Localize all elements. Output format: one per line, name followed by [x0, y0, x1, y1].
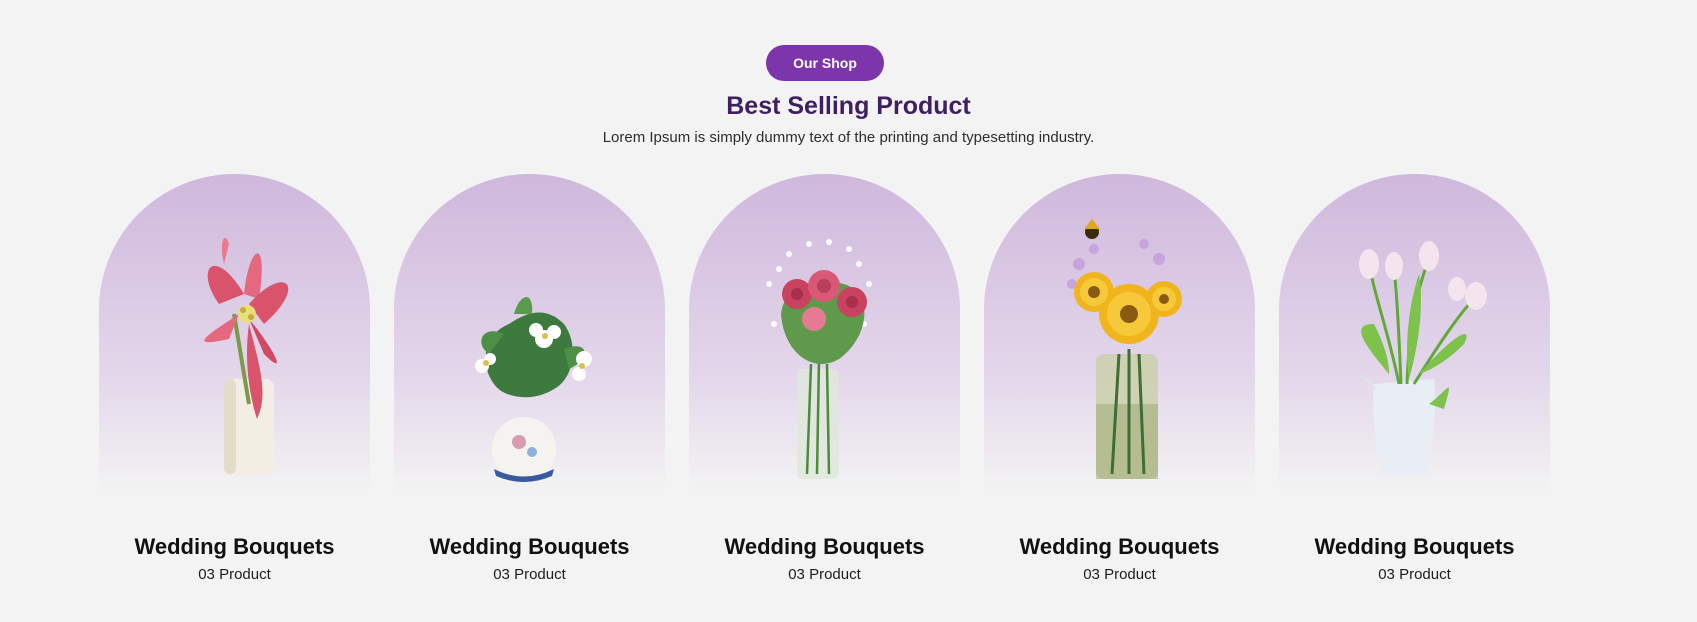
- product-card[interactable]: Wedding Bouquets 03 Product: [984, 174, 1255, 583]
- product-count: 03 Product: [493, 566, 566, 583]
- product-list: Wedding Bouquets 03 Product Wedding Bouq…: [99, 174, 1550, 583]
- product-count: 03 Product: [1378, 566, 1451, 583]
- product-name: Wedding Bouquets: [429, 534, 630, 559]
- product-name: Wedding Bouquets: [134, 534, 335, 559]
- pink-lily-bouquet-image: [204, 237, 289, 474]
- product-name: Wedding Bouquets: [1314, 534, 1515, 559]
- white-anemone-bouquet-image: [475, 297, 592, 482]
- product-card[interactable]: Wedding Bouquets 03 Product: [99, 174, 370, 583]
- product-count: 03 Product: [788, 566, 861, 583]
- product-image-frame: [99, 174, 370, 492]
- product-image-frame: [394, 174, 665, 492]
- product-card[interactable]: Wedding Bouquets 03 Product: [1279, 174, 1550, 583]
- product-card[interactable]: Wedding Bouquets 03 Product: [689, 174, 960, 583]
- product-count: 03 Product: [1083, 566, 1156, 583]
- our-shop-button[interactable]: Our Shop: [766, 45, 884, 81]
- product-name: Wedding Bouquets: [724, 534, 925, 559]
- section-subtitle: Lorem Ipsum is simply dummy text of the …: [602, 129, 1095, 146]
- product-name: Wedding Bouquets: [1019, 534, 1220, 559]
- pink-rose-bouquet-image: [766, 239, 872, 479]
- white-tulip-bouquet-image: [1359, 241, 1487, 474]
- product-image-frame: [1279, 174, 1550, 492]
- sunflower-bouquet-image: [1067, 219, 1182, 479]
- product-image-frame: [689, 174, 960, 492]
- section-title: Best Selling Product: [726, 92, 971, 120]
- product-card[interactable]: Wedding Bouquets 03 Product: [394, 174, 665, 583]
- product-image-frame: [984, 174, 1255, 492]
- product-count: 03 Product: [198, 566, 271, 583]
